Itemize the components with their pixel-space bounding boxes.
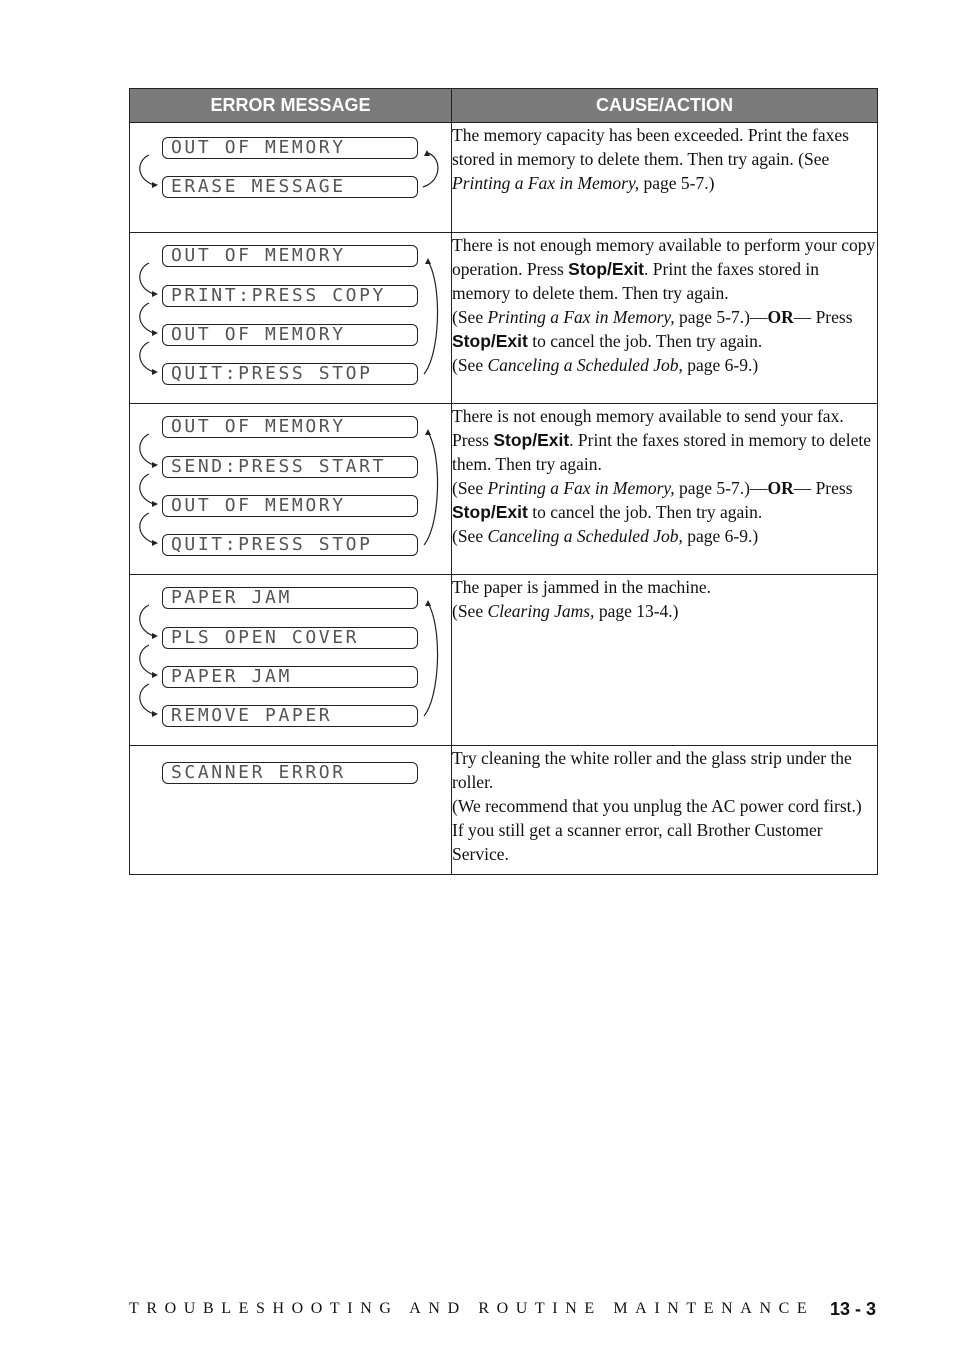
or-separator: OR (767, 478, 794, 498)
right-return-arc (423, 262, 439, 375)
left-arrow-arc (139, 154, 155, 186)
header-cause-action: CAUSE/ACTION (451, 88, 878, 123)
cause-text: (We recommend that you unplug the AC pow… (452, 796, 862, 864)
cause-text: to cancel the job. Then try again. (527, 502, 763, 522)
arrowhead-icon (152, 633, 158, 639)
left-arrow-arc (139, 302, 155, 334)
cause-text: to cancel the job. Then try again. (527, 331, 763, 351)
cross-reference: Printing a Fax in Memory, (452, 173, 640, 193)
cross-reference: Printing a Fax in Memory, (487, 307, 675, 327)
table-row: SCANNER ERROR Try cleaning the white rol… (129, 745, 878, 875)
key-name: Stop/Exit (452, 331, 528, 351)
arrowhead-icon (152, 291, 158, 297)
cause-text: (See (452, 526, 488, 546)
page-number: 13 - 3 (829, 1299, 876, 1319)
right-return-arc (423, 604, 439, 717)
cause-text: page 5-7.)— (674, 478, 768, 498)
error-message-cell: OUT OF MEMORY ERASE MESSAGE (129, 122, 452, 233)
arrowhead-icon (425, 600, 431, 606)
cross-reference: Canceling a Scheduled Job, (487, 355, 683, 375)
cause-text: (See (452, 307, 488, 327)
table-row: OUT OF MEMORY SEND:PRESS START OUT OF MEMO… (129, 403, 878, 575)
table-row: OUT OF MEMORY PRINT:PRESS COPY OUT OF MEMO… (129, 232, 878, 404)
error-message-cell: SCANNER ERROR (129, 745, 452, 875)
cycle-arrows-icon (139, 429, 439, 546)
table-row: OUT OF MEMORY ERASE MESSAGE The memory ca… (129, 122, 878, 233)
table-row: PAPER JAM PLS OPEN COVER PAPER JAM REMOVE P… (129, 574, 878, 746)
arrowhead-icon (152, 540, 158, 546)
cause-text: (See (452, 601, 488, 621)
table-header-row: ERROR MESSAGE CAUSE/ACTION (129, 88, 878, 123)
lcd-display: SCANNER ERROR (162, 762, 418, 784)
cause-text: page 6-9.) (682, 355, 759, 375)
left-arrow-arc (139, 604, 155, 637)
cause-action-cell: The memory capacity has been exceeded. P… (451, 122, 878, 233)
right-return-arc (422, 152, 439, 188)
arrowhead-icon (152, 182, 158, 188)
cause-text: — Press (793, 307, 853, 327)
cause-text: The memory capacity has been exceeded. P… (452, 125, 849, 169)
left-arrow-arc (139, 341, 155, 373)
cause-text: The paper is jammed in the machine. (452, 577, 712, 597)
cycle-arrows-icon (139, 600, 439, 717)
error-message-cell: PAPER JAM PLS OPEN COVER PAPER JAM REMOVE P… (129, 574, 452, 746)
cause-text: Try cleaning the white roller and the gl… (452, 748, 852, 792)
cross-reference: Canceling a Scheduled Job, (487, 526, 683, 546)
footer-section-title: TROUBLESHOOTING AND ROUTINE MAINTENANCE (129, 1300, 815, 1317)
error-message-cell: OUT OF MEMORY PRINT:PRESS COPY OUT OF MEMO… (129, 232, 452, 404)
arrowhead-icon (152, 330, 158, 336)
cause-action-cell: Try cleaning the white roller and the gl… (451, 745, 878, 875)
cause-text: page 13-4.) (594, 601, 679, 621)
cross-reference: Clearing Jams, (487, 601, 595, 621)
cause-text: page 5-7.) (639, 173, 715, 193)
arrowhead-icon (152, 369, 158, 375)
left-arrow-arc (139, 433, 155, 466)
cross-reference: Printing a Fax in Memory, (487, 478, 675, 498)
left-arrow-arc (139, 262, 155, 295)
arrowhead-icon (152, 711, 158, 717)
cause-text: page 5-7.)— (674, 307, 768, 327)
cause-action-cell: There is not enough memory available to … (451, 403, 878, 575)
key-name: Stop/Exit (568, 259, 645, 279)
arrowhead-icon (425, 258, 431, 264)
cause-text: (See (452, 478, 488, 498)
arrowhead-icon (152, 672, 158, 678)
left-arrow-arc (139, 512, 155, 544)
error-message-cell: OUT OF MEMORY SEND:PRESS START OUT OF MEMO… (129, 403, 452, 575)
arrowhead-icon (152, 501, 158, 507)
or-separator: OR (767, 307, 794, 327)
cause-text: page 6-9.) (682, 526, 759, 546)
cause-text: (See (452, 355, 488, 375)
key-name: Stop/Exit (493, 430, 570, 450)
header-error-message: ERROR MESSAGE (129, 88, 452, 123)
left-arrow-arc (139, 683, 155, 715)
arrowhead-icon (425, 429, 431, 435)
cycle-arrows-icon (139, 258, 439, 375)
left-arrow-arc (139, 473, 155, 505)
cause-action-cell: There is not enough memory available to … (451, 232, 878, 404)
left-arrow-arc (139, 644, 155, 676)
error-message-table: ERROR MESSAGE CAUSE/ACTION OUT OF MEMORY… (129, 88, 878, 875)
cause-text: — Press (793, 478, 853, 498)
arrowhead-icon (152, 462, 158, 468)
cause-action-cell: The paper is jammed in the machine. (See … (451, 574, 878, 746)
right-return-arc (423, 433, 439, 546)
key-name: Stop/Exit (452, 502, 528, 522)
